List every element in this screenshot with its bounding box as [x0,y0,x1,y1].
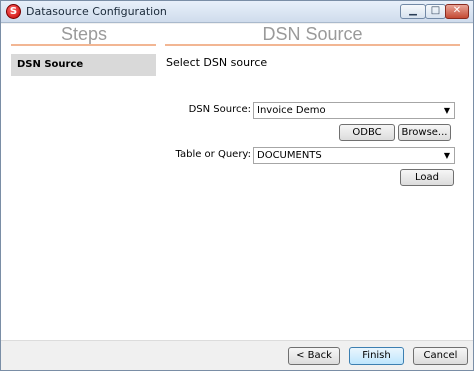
back-button[interactable]: < Back [288,347,340,365]
steps-panel: DSN Source [11,54,156,339]
step-item-dsn-source[interactable]: DSN Source [11,54,156,76]
page-title-rule [165,44,460,46]
page-subtitle: Select DSN source [166,56,268,69]
odbc-button[interactable]: ODBC [339,124,395,141]
chevron-down-icon[interactable]: ▼ [442,148,452,163]
steps-heading: Steps [60,24,108,44]
datasource-config-window: S Datasource Configuration ▁ □ ✕ Steps D… [0,0,474,371]
page-title: DSN Source [262,24,363,44]
minimize-button[interactable]: ▁ [400,4,426,19]
window-title: Datasource Configuration [26,5,167,18]
finish-button[interactable]: Finish [349,347,404,365]
table-or-query-select[interactable]: DOCUMENTS ▼ [253,147,455,164]
steps-heading-rule [11,44,156,46]
dialog-footer: < Back Finish Cancel [1,340,473,370]
maximize-button[interactable]: □ [425,4,446,19]
dsn-source-label: DSN Source: [188,104,251,115]
load-button[interactable]: Load [400,169,454,186]
table-or-query-value: DOCUMENTS [257,150,322,161]
cancel-button[interactable]: Cancel [413,347,468,365]
app-logo-icon: S [6,4,21,19]
title-bar[interactable]: S Datasource Configuration ▁ □ ✕ [1,1,473,23]
dsn-source-select[interactable]: Invoice Demo ▼ [253,102,455,119]
chevron-down-icon[interactable]: ▼ [442,103,452,118]
table-or-query-label: Table or Query: [175,149,251,160]
browse-button[interactable]: Browse... [398,124,451,141]
dialog-body: Steps DSN Source DSN Source Select DSN s… [1,24,473,370]
close-button[interactable]: ✕ [445,4,469,19]
dsn-source-value: Invoice Demo [257,105,326,116]
